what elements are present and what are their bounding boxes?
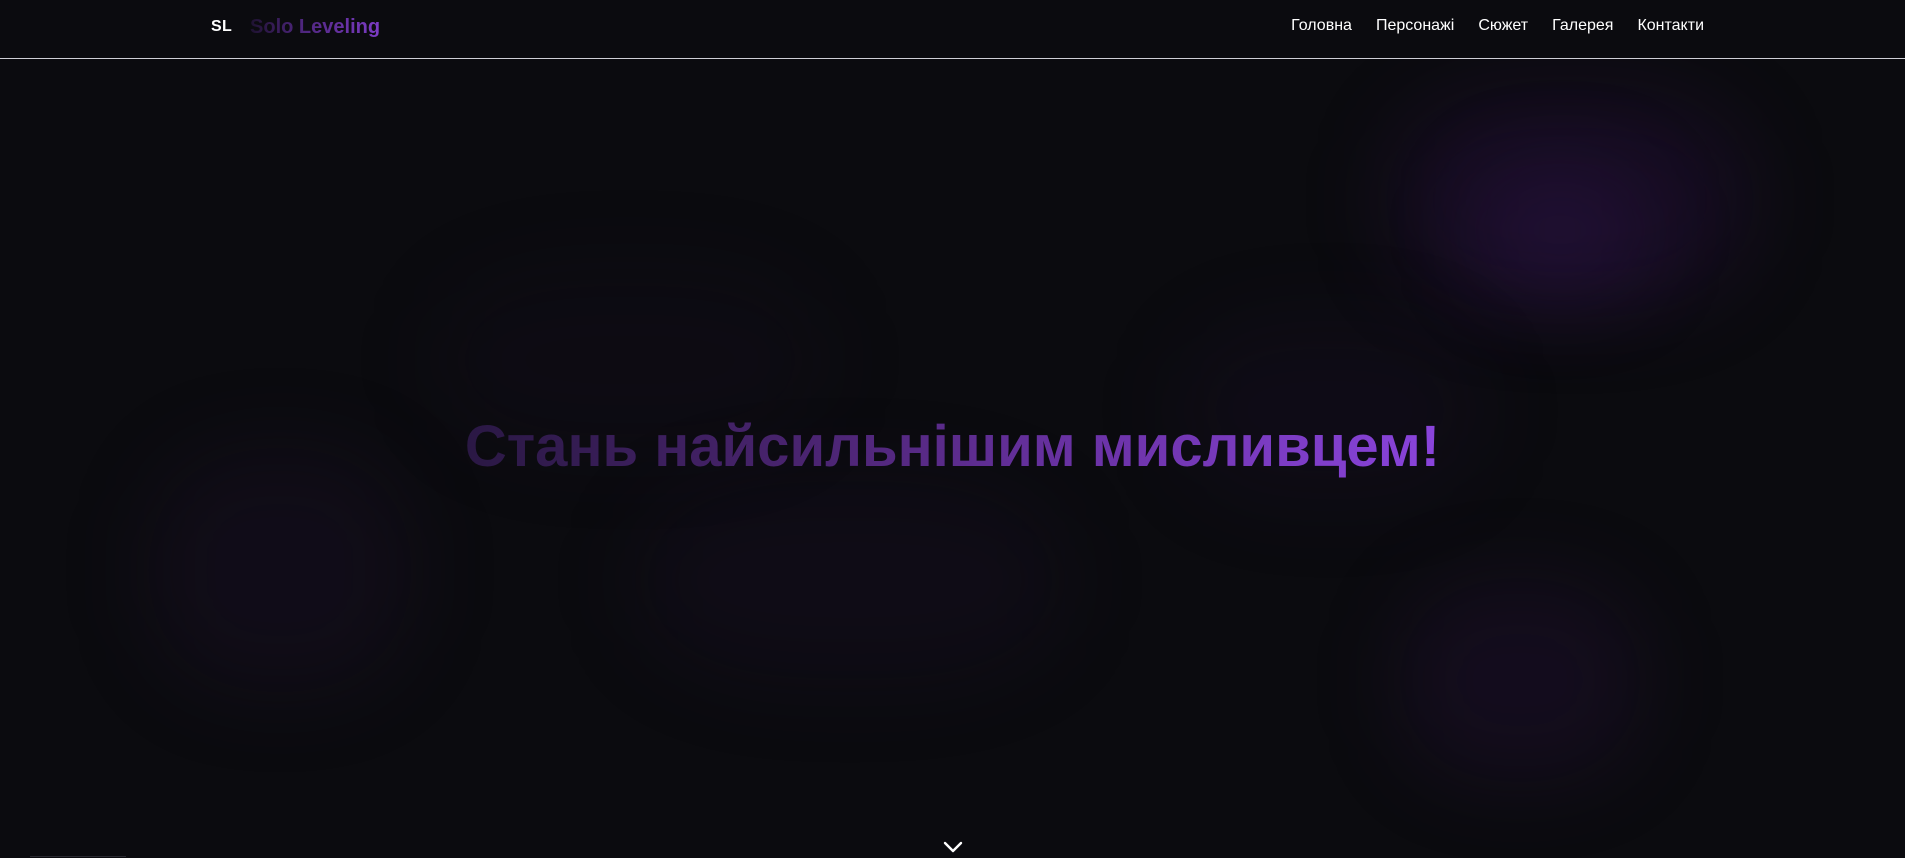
- nav-link-plot[interactable]: Сюжет: [1478, 17, 1528, 35]
- nav-link-characters[interactable]: Персонажі: [1376, 17, 1454, 35]
- nav-link-gallery[interactable]: Галерея: [1552, 17, 1613, 35]
- page: SL Solo Leveling Головна Персонажі Сюжет…: [0, 0, 1905, 858]
- scroll-down-button[interactable]: [942, 838, 964, 856]
- logo-text: Solo Leveling: [250, 15, 381, 38]
- nav-link-home[interactable]: Головна: [1291, 17, 1352, 35]
- background-glow: [1400, 580, 1640, 780]
- site-header: SL Solo Leveling Головна Персонажі Сюжет…: [0, 0, 1905, 59]
- chevron-down-icon: [942, 838, 964, 856]
- background-glow: [1390, 90, 1750, 310]
- background-glow: [640, 480, 1060, 680]
- logo-link[interactable]: SL Solo Leveling: [211, 15, 380, 39]
- hero-title: Стань найсильнішим мисливцем!: [0, 412, 1905, 482]
- logo-mark: SL: [211, 18, 233, 35]
- background-glow: [150, 450, 410, 690]
- nav-link-contacts[interactable]: Контакти: [1637, 17, 1704, 35]
- main-nav: Головна Персонажі Сюжет Галерея Контакти: [1291, 17, 1704, 35]
- background-glow: [1470, 160, 1650, 300]
- hero-title-text: Стань найсильнішим мисливцем!: [464, 414, 1441, 479]
- decorative-line: [30, 856, 126, 857]
